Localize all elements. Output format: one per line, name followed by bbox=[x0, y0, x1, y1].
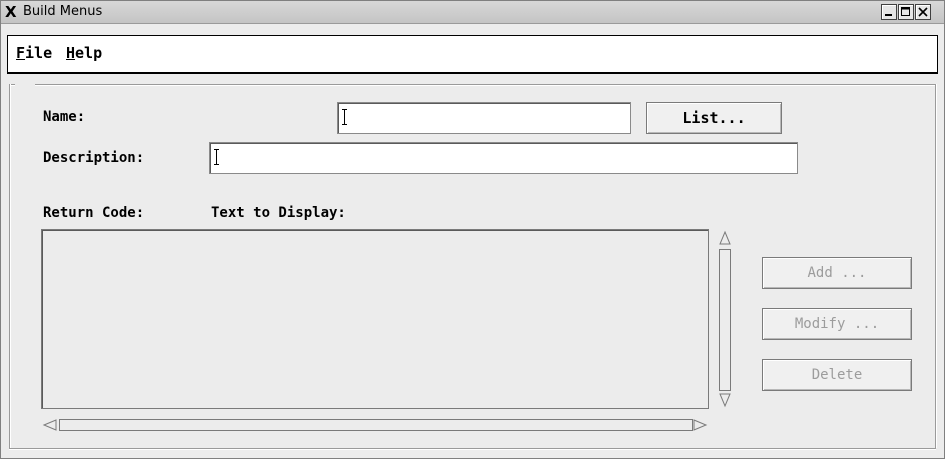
vertical-scroll-thumb[interactable] bbox=[719, 249, 731, 391]
text-to-display-header: Text to Display: bbox=[211, 205, 346, 221]
down-arrow-icon[interactable] bbox=[718, 392, 732, 408]
x-logo-icon: X bbox=[5, 3, 17, 21]
menu-file-accel: F bbox=[16, 44, 26, 62]
menu-file[interactable]: File bbox=[16, 44, 52, 62]
description-field[interactable] bbox=[209, 142, 798, 174]
build-menus-window: X Build Menus File Help Name: List... De… bbox=[0, 0, 945, 459]
menu-bar: File Help bbox=[7, 35, 938, 74]
vertical-scrollbar[interactable] bbox=[717, 229, 733, 409]
close-icon bbox=[918, 7, 928, 17]
horizontal-scrollbar[interactable] bbox=[41, 417, 709, 433]
window-title: Build Menus bbox=[23, 4, 103, 19]
right-arrow-icon[interactable] bbox=[692, 418, 708, 432]
maximize-button[interactable] bbox=[898, 4, 914, 20]
horizontal-scroll-thumb[interactable] bbox=[59, 419, 693, 431]
modify-button[interactable]: Modify ... bbox=[762, 308, 912, 340]
left-arrow-icon[interactable] bbox=[42, 418, 58, 432]
delete-button[interactable]: Delete bbox=[762, 359, 912, 391]
menu-help[interactable]: Help bbox=[66, 44, 102, 62]
frame-title-gap bbox=[15, 81, 35, 87]
return-code-header: Return Code: bbox=[43, 205, 145, 221]
list-button[interactable]: List... bbox=[646, 102, 782, 134]
frame-border bbox=[9, 84, 936, 86]
close-button[interactable] bbox=[915, 4, 931, 20]
menu-items-list[interactable] bbox=[41, 229, 709, 409]
minimize-icon bbox=[885, 14, 892, 16]
frame-border bbox=[935, 84, 937, 448]
frame-border bbox=[9, 84, 11, 448]
menu-help-accel: H bbox=[66, 44, 76, 62]
text-cursor bbox=[342, 109, 347, 125]
name-field[interactable] bbox=[337, 102, 631, 134]
name-label: Name: bbox=[43, 109, 86, 125]
menu-help-label: elp bbox=[75, 44, 103, 62]
menu-file-label: ile bbox=[25, 44, 53, 62]
minimize-button[interactable] bbox=[881, 4, 897, 20]
description-label: Description: bbox=[43, 150, 145, 166]
frame-border bbox=[9, 448, 936, 450]
title-bar[interactable]: X Build Menus bbox=[1, 1, 944, 24]
up-arrow-icon[interactable] bbox=[718, 230, 732, 246]
add-button[interactable]: Add ... bbox=[762, 257, 912, 289]
text-cursor bbox=[214, 149, 219, 165]
maximize-icon bbox=[901, 7, 910, 16]
